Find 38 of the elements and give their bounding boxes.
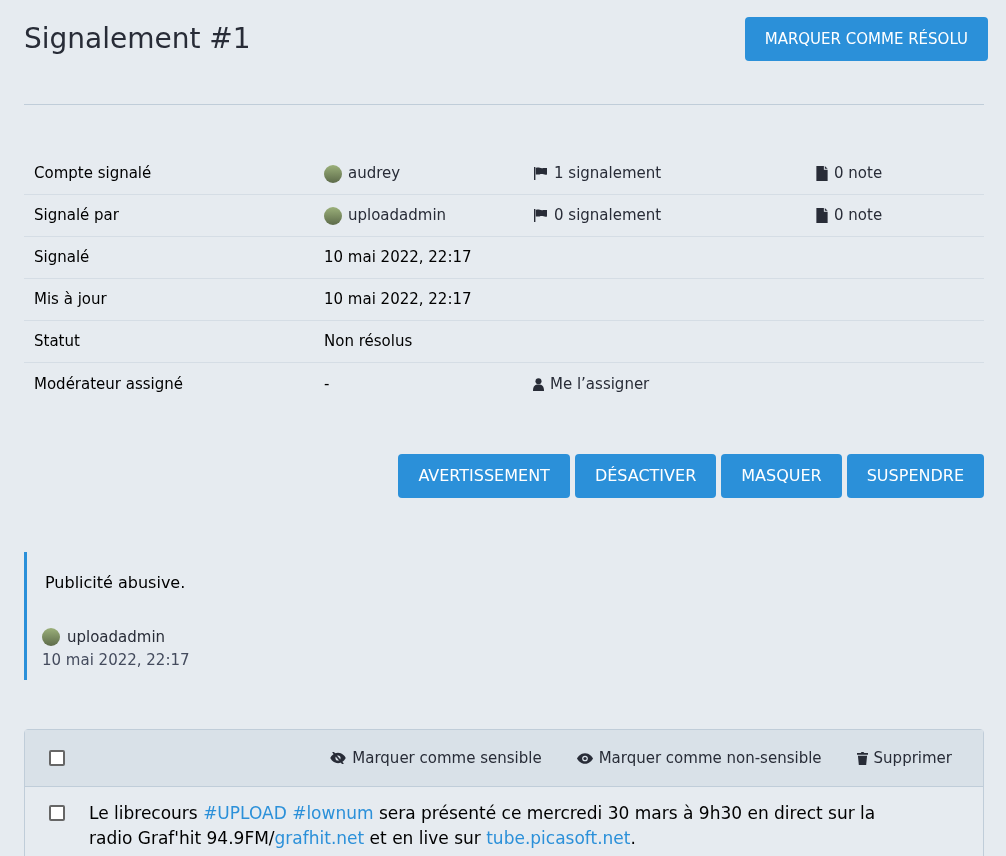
field-value: - xyxy=(324,373,330,395)
batch-action-button[interactable]: Supprimer xyxy=(856,746,952,770)
reports-link[interactable]: 1 signalement xyxy=(554,162,662,185)
assign-link[interactable]: Me l’assigner xyxy=(550,372,650,396)
field-value: 10 mai 2022, 22:17 xyxy=(324,289,472,311)
checkbox[interactable] xyxy=(49,805,65,821)
trash-icon xyxy=(856,751,868,765)
field-value: Non résolus xyxy=(324,331,413,353)
status-text: Le librecours #UPLOAD #lownum sera présenté ce mercredi 30 mars à 9h30 en direct sur la radio Graf'hit 94.9FM/grafhit.net et en live sur tube.picasoft.net. xyxy=(89,802,877,850)
field-value: 10 mai 2022, 22:17 xyxy=(324,247,472,269)
user-icon xyxy=(533,377,544,391)
flag-icon xyxy=(533,167,548,180)
comment-text: Publicité abusive. xyxy=(45,572,187,594)
field-label: Signalé par xyxy=(34,205,120,227)
comment-date: 10 mai 2022, 22:17 xyxy=(42,649,191,671)
checkbox[interactable] xyxy=(49,750,65,766)
document-icon xyxy=(816,208,828,223)
document-icon xyxy=(816,166,828,181)
batch-action-button[interactable]: Marquer comme non-sensible xyxy=(576,746,822,770)
field-label: Signalé xyxy=(34,247,91,269)
field-label: Statut xyxy=(34,331,81,353)
username-link[interactable]: audrey xyxy=(348,162,401,185)
batch-action-button[interactable]: Marquer comme sensible xyxy=(330,746,542,770)
avatar xyxy=(324,164,342,183)
username-link[interactable]: uploadadmin xyxy=(67,626,166,649)
page-title: Signalement #1 xyxy=(24,21,251,57)
reports-link[interactable]: 0 signalement xyxy=(554,204,662,227)
username-link[interactable]: uploadadmin xyxy=(348,204,447,227)
flag-icon xyxy=(533,209,548,222)
notes-link[interactable]: 0 note xyxy=(834,204,883,227)
notes-link[interactable]: 0 note xyxy=(834,162,883,185)
eye-icon xyxy=(576,752,593,764)
avatar xyxy=(324,206,342,225)
field-label: Mis à jour xyxy=(34,289,108,311)
field-label: Compte signalé xyxy=(34,163,153,185)
eye-slash-icon xyxy=(330,752,347,764)
field-label: Modérateur assigné xyxy=(34,373,185,395)
avatar xyxy=(42,628,60,647)
